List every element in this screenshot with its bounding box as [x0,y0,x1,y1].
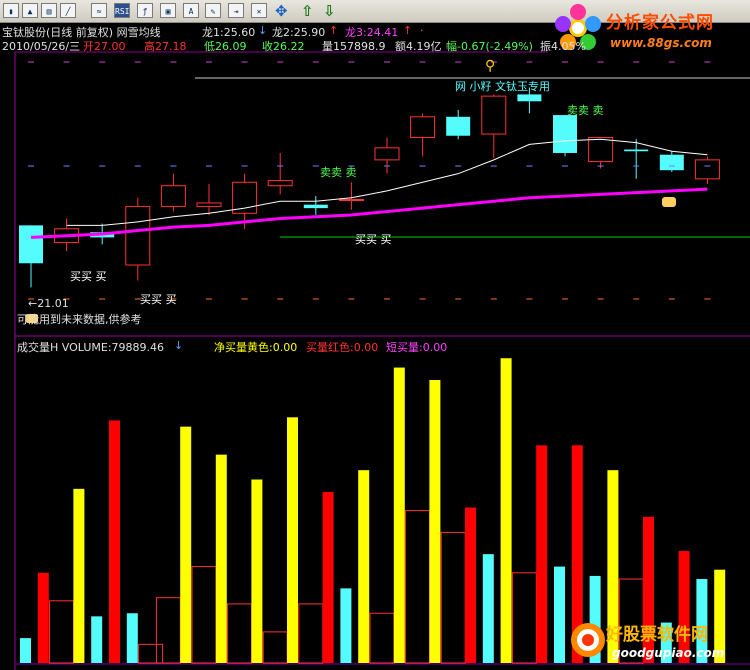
candle-body[interactable] [160,185,186,207]
candle-body[interactable] [553,115,577,153]
volume-bar [500,358,512,663]
volume-bar [298,603,324,664]
volume-bar [262,631,288,664]
logo-bottom-url: goodgupiao.com [612,646,725,660]
volume-bar [180,426,192,663]
logo-bottom: 好股票软件网 goodgupiao.com [568,612,750,670]
buy-red-label: 买量红色:0.00 [306,341,379,354]
net-buy-label: 净买量黄色:0.00 [214,341,298,354]
candle-body[interactable] [303,204,328,209]
volume-bar [369,612,395,664]
sell-signal-2: 卖卖 卖 [567,104,604,117]
candle-body[interactable] [481,95,507,135]
volume-bar [554,566,565,663]
buy-signal-3: 买买 买 [355,233,392,246]
volume-title: 成交量H VOLUME:79889.46 [17,341,165,354]
low-price-label: ←21.01 [28,297,69,310]
kline-chart[interactable]: ⚲ [0,0,750,670]
volume-bar [482,554,494,663]
volume-bar [73,488,85,663]
volume-bar [155,597,181,664]
candle-body[interactable] [410,116,436,138]
person-marker-icon: ⚲ [485,58,495,74]
buy-signal-2: 买买 买 [140,293,177,306]
volume-bar [37,572,49,663]
volume-bar [536,445,548,663]
volume-bar [405,510,431,664]
candle-body[interactable] [624,149,649,152]
volume-bar [429,379,441,663]
volume-bar [322,491,334,663]
sell-signal-1: 卖卖 卖 [320,166,357,179]
volume-bar [49,600,75,664]
candle-body[interactable] [19,225,43,264]
volume-bar [227,603,253,664]
buy-signal-1: 买买 买 [70,270,107,283]
short-buy-label: 短买量:0.00 [386,341,448,354]
target-logo-icon [571,623,605,657]
candle-body[interactable] [338,199,364,202]
candle-body[interactable] [374,147,400,161]
candle-body[interactable] [196,202,222,207]
top-marker-text: 网 小籽 文钛玉专用 [455,80,550,93]
volume-bar [287,417,298,663]
volume-bar [91,616,103,663]
volume-bar [465,507,476,663]
candle-body[interactable] [232,181,258,214]
volume-bar [191,566,217,664]
volume-bar [440,531,466,664]
candle-body[interactable] [588,136,614,163]
volume-bar [215,454,227,663]
volume-bar [340,588,352,663]
volume-bar [20,638,31,663]
future-data-note: 可能用到未来数据,供参考 [17,313,142,326]
candle-body[interactable] [659,154,684,171]
candle-body[interactable] [446,116,471,136]
volume-bar [393,367,405,663]
candle-body[interactable] [694,159,720,180]
lock-marker-icon [662,197,676,207]
volume-bar [138,643,164,664]
logo-bottom-title: 好股票软件网 [606,625,708,645]
volume-bar [126,613,138,663]
volume-bar [109,420,120,663]
volume-arrow-icon: ↓ [174,339,184,352]
candle-body[interactable] [267,180,293,187]
volume-bar [251,479,263,663]
volume-bar [511,572,537,664]
volume-bar [358,470,370,663]
candle-body[interactable] [125,205,151,266]
candle-body[interactable] [517,94,542,102]
